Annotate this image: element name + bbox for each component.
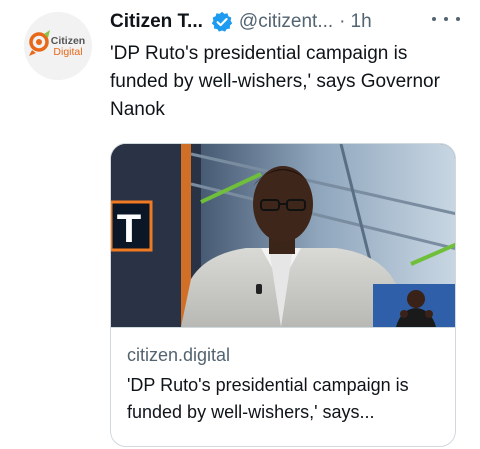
header-separator: · (339, 11, 346, 32)
tweet-header: Citizen T... @citizent... · 1h (110, 8, 465, 36)
avatar[interactable]: Citizen Digital (24, 12, 92, 80)
link-card[interactable]: T citizen.digital 'DP Ruto's presidentia… (110, 143, 456, 447)
citizen-digital-logo: Citizen Digital (24, 12, 92, 80)
verified-badge-icon[interactable] (211, 11, 233, 33)
card-image[interactable]: T (111, 144, 455, 327)
media-badge-letter: T (117, 207, 141, 251)
card-domain: citizen.digital (127, 345, 231, 365)
author-handle[interactable]: @citizent... (239, 11, 333, 33)
tweet-text: 'DP Ruto's presidential campaign is fund… (110, 43, 440, 120)
more-horizontal-icon[interactable] (432, 12, 460, 26)
author-name[interactable]: Citizen T... (110, 11, 203, 33)
card-title: 'DP Ruto's presidential campaign is fund… (127, 375, 409, 422)
tweet[interactable]: Citizen Digital Citizen T... @citizent..… (0, 0, 480, 449)
avatar-text-line2: Digital (53, 46, 82, 58)
card-body[interactable]: citizen.digital 'DP Ruto's presidential … (111, 327, 455, 446)
tweet-timestamp[interactable]: 1h (351, 11, 372, 33)
